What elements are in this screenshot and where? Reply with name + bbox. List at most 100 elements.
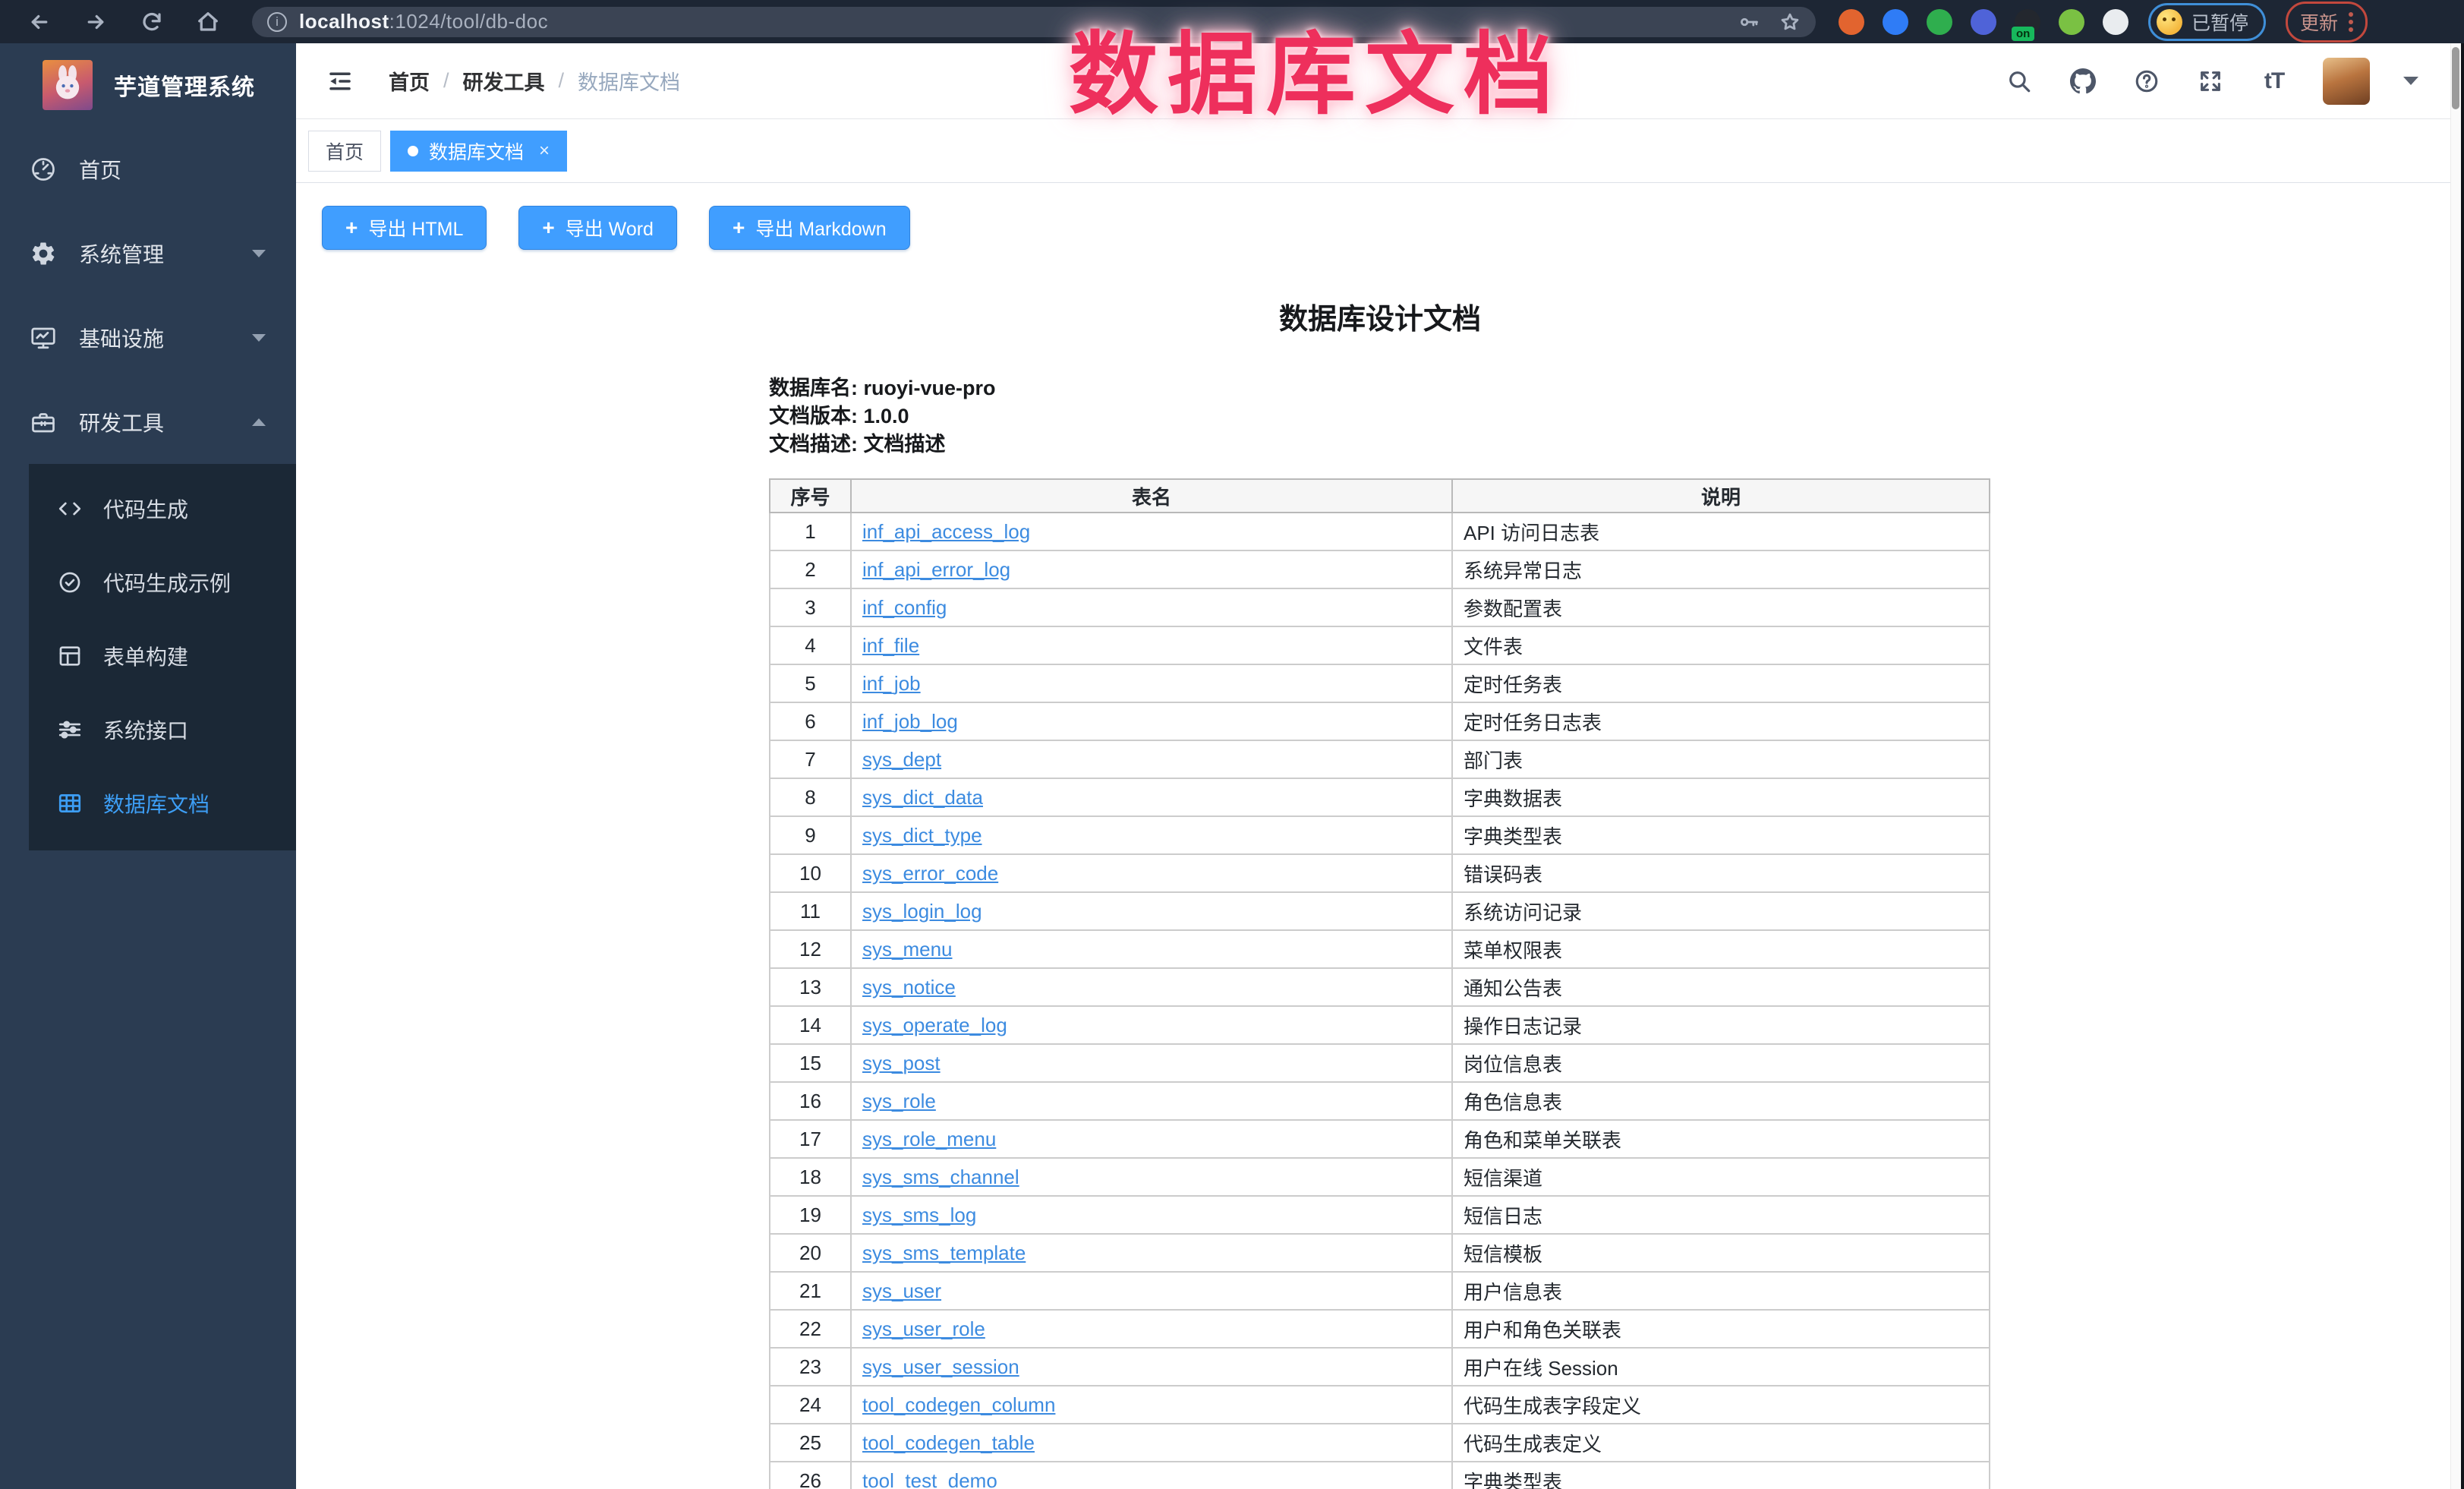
breadcrumb-home[interactable]: 首页 xyxy=(389,66,430,96)
sidebar-item-codegen-demo[interactable]: 代码生成示例 xyxy=(29,545,296,619)
sidebar-collapse-icon[interactable] xyxy=(323,65,357,98)
breadcrumb-devtools[interactable]: 研发工具 xyxy=(463,66,545,96)
table-name-link[interactable]: sys_user_session xyxy=(862,1355,1019,1378)
browser-forward-button[interactable] xyxy=(82,8,109,36)
export-html-button[interactable]: + 导出 HTML xyxy=(322,206,487,250)
help-icon[interactable] xyxy=(2132,66,2162,96)
browser-back-button[interactable] xyxy=(26,8,53,36)
app-logo-row[interactable]: 芋道管理系统 xyxy=(0,43,296,110)
table-name-link[interactable]: inf_api_error_log xyxy=(862,558,1010,581)
row-description: 短信日志 xyxy=(1452,1196,1990,1234)
browser-menu-icon[interactable] xyxy=(2349,12,2353,17)
table-name-link[interactable]: tool_codegen_column xyxy=(862,1393,1055,1416)
table-name-link[interactable]: sys_error_code xyxy=(862,862,998,885)
extension-green-check-icon[interactable] xyxy=(1927,9,1952,35)
extension-orange-icon[interactable] xyxy=(1839,9,1864,35)
sidebar-item-system[interactable]: 系统管理 xyxy=(0,211,296,295)
paused-extension-badge[interactable]: 已暂停 xyxy=(2148,3,2266,41)
address-bar[interactable]: i localhost:1024/tool/db-doc xyxy=(252,7,1816,37)
row-table-name: sys_login_log xyxy=(851,892,1452,930)
sidebar-item-label: 首页 xyxy=(79,154,121,185)
row-table-name: sys_role xyxy=(851,1082,1452,1120)
table-name-link[interactable]: sys_role_menu xyxy=(862,1128,996,1150)
table-name-link[interactable]: tool_codegen_table xyxy=(862,1431,1035,1454)
page-scrollbar-thumb[interactable] xyxy=(2452,47,2459,109)
tags-view-bar: 首页 数据库文档 × xyxy=(296,119,2464,183)
extension-grid-icon[interactable] xyxy=(1971,9,1996,35)
table-name-link[interactable]: inf_api_access_log xyxy=(862,520,1030,543)
table-name-link[interactable]: inf_job_log xyxy=(862,710,958,733)
font-size-icon[interactable]: tT xyxy=(2259,66,2289,96)
export-markdown-button[interactable]: + 导出 Markdown xyxy=(709,206,910,250)
fullscreen-icon[interactable] xyxy=(2195,66,2226,96)
row-index: 1 xyxy=(770,513,851,550)
tab-close-icon[interactable]: × xyxy=(539,140,550,162)
row-description: 岗位信息表 xyxy=(1452,1044,1990,1082)
row-description: 用户信息表 xyxy=(1452,1272,1990,1310)
sidebar-item-home[interactable]: 首页 xyxy=(0,127,296,211)
extension-dark-on-icon[interactable]: on xyxy=(2015,9,2040,35)
table-name-link[interactable]: sys_dict_type xyxy=(862,824,982,847)
table-name-link[interactable]: sys_sms_template xyxy=(862,1241,1026,1264)
sidebar-item-devtools[interactable]: 研发工具 xyxy=(0,380,296,464)
row-description: 菜单权限表 xyxy=(1452,930,1990,968)
user-avatar[interactable] xyxy=(2323,58,2370,105)
column-header-name: 表名 xyxy=(851,479,1452,513)
table-name-link[interactable]: sys_sms_log xyxy=(862,1204,976,1226)
table-row: 19 sys_sms_log 短信日志 xyxy=(770,1196,1990,1234)
sidebar-item-form-builder[interactable]: 表单构建 xyxy=(29,619,296,692)
table-name-link[interactable]: sys_dict_data xyxy=(862,786,983,809)
plus-icon: + xyxy=(345,216,358,240)
search-icon[interactable] xyxy=(2004,66,2034,96)
browser-reload-button[interactable] xyxy=(138,8,165,36)
row-table-name: inf_job xyxy=(851,664,1452,702)
row-table-name: inf_api_error_log xyxy=(851,550,1452,588)
table-row: 14sys_operate_log操作日志记录 xyxy=(770,1006,1990,1044)
table-name-link[interactable]: sys_user xyxy=(862,1279,941,1302)
sidebar-item-api[interactable]: 系统接口 xyxy=(29,692,296,766)
table-name-link[interactable]: inf_file xyxy=(862,634,919,657)
table-name-link[interactable]: sys_login_log xyxy=(862,900,982,923)
top-navbar: 首页 / 研发工具 / 数据库文档 tT xyxy=(296,43,2464,119)
user-menu-caret-icon[interactable] xyxy=(2403,77,2418,85)
row-index: 20 xyxy=(770,1234,851,1272)
tab-db-doc[interactable]: 数据库文档 × xyxy=(390,131,567,172)
github-icon[interactable] xyxy=(2068,66,2098,96)
sidebar-item-db-doc[interactable]: 数据库文档 xyxy=(29,766,296,840)
sidebar-item-codegen[interactable]: 代码生成 xyxy=(29,472,296,545)
browser-update-button[interactable]: 更新 xyxy=(2286,2,2368,43)
sidebar-item-infrastructure[interactable]: 基础设施 xyxy=(0,295,296,380)
table-name-link[interactable]: sys_menu xyxy=(862,938,953,961)
export-word-button[interactable]: + 导出 Word xyxy=(518,206,677,250)
extension-puzzle-icon[interactable] xyxy=(2103,9,2128,35)
table-name-link[interactable]: inf_config xyxy=(862,596,947,619)
table-name-link[interactable]: inf_job xyxy=(862,672,921,695)
row-description: 用户和角色关联表 xyxy=(1452,1310,1990,1348)
row-index: 7 xyxy=(770,740,851,778)
tab-home[interactable]: 首页 xyxy=(308,131,381,172)
extension-on-badge: on xyxy=(2012,27,2034,41)
table-name-link[interactable]: sys_dept xyxy=(862,748,941,771)
row-table-name: inf_file xyxy=(851,626,1452,664)
export-toolbar: + 导出 HTML + 导出 Word + 导出 Markdown xyxy=(322,206,910,250)
page-scrollbar-track[interactable] xyxy=(2450,43,2461,1489)
table-name-link[interactable]: sys_role xyxy=(862,1090,936,1112)
row-index: 19 xyxy=(770,1196,851,1234)
row-table-name: sys_post xyxy=(851,1044,1452,1082)
row-index: 8 xyxy=(770,778,851,816)
bookmark-star-icon[interactable] xyxy=(1779,11,1801,33)
table-name-link[interactable]: sys_user_role xyxy=(862,1317,985,1340)
password-key-icon[interactable] xyxy=(1738,11,1760,33)
table-name-link[interactable]: sys_notice xyxy=(862,976,956,998)
table-name-link[interactable]: tool_test_demo xyxy=(862,1469,997,1489)
site-info-icon[interactable]: i xyxy=(267,12,287,32)
table-name-link[interactable]: sys_sms_channel xyxy=(862,1166,1019,1188)
table-name-link[interactable]: sys_post xyxy=(862,1052,941,1074)
browser-toolbar: i localhost:1024/tool/db-doc on 已暂停 更新 xyxy=(0,0,2464,43)
table-name-link[interactable]: sys_operate_log xyxy=(862,1014,1007,1036)
extension-leaf-icon[interactable] xyxy=(2059,9,2084,35)
row-description: 字典类型表 xyxy=(1452,1462,1990,1489)
sidebar: 芋道管理系统 首页 系统管理 基础设施 xyxy=(0,43,296,1489)
extension-pin-blue-icon[interactable] xyxy=(1883,9,1908,35)
browser-home-button[interactable] xyxy=(194,8,222,36)
